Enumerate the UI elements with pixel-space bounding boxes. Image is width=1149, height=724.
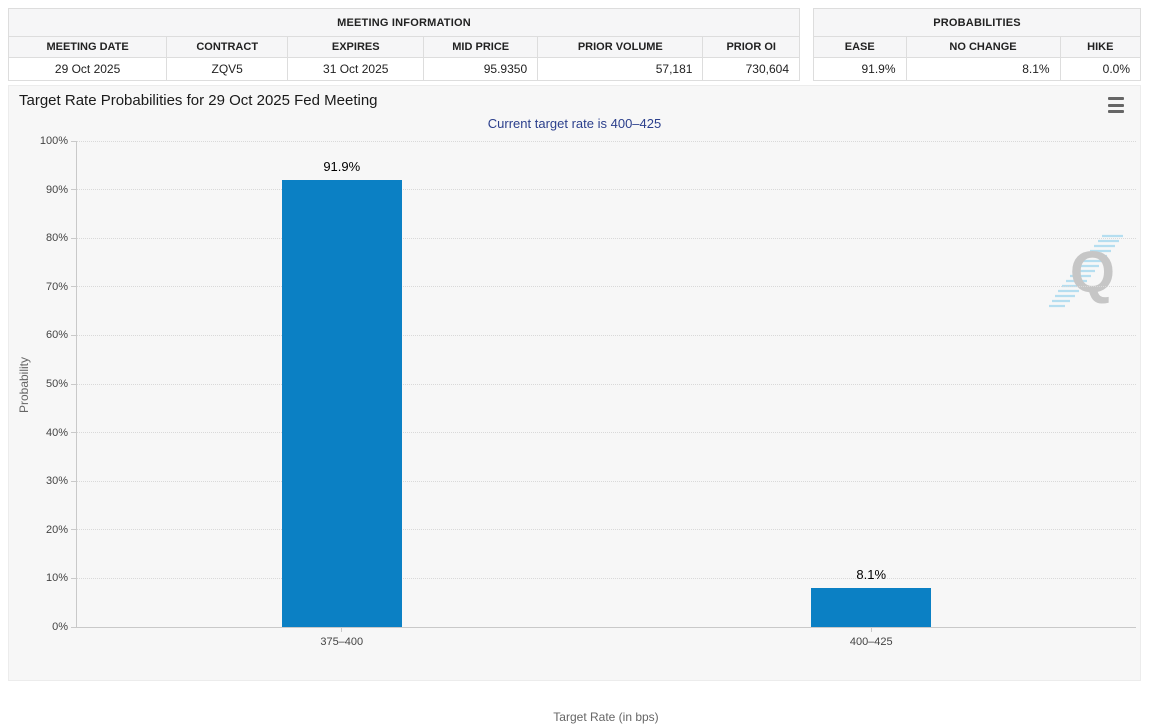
menu-bar [1108, 110, 1124, 113]
meeting-information-title: MEETING INFORMATION [9, 9, 800, 37]
col-hike: HIKE [1060, 37, 1140, 58]
chart-subtitle: Current target rate is 400–425 [9, 116, 1140, 131]
x-axis-tick [871, 627, 872, 632]
y-gridline [77, 481, 1136, 482]
col-expires: EXPIRES [288, 37, 424, 58]
y-gridline [77, 384, 1136, 385]
menu-bar [1108, 104, 1124, 107]
menu-bar [1108, 97, 1124, 100]
col-prior-oi: PRIOR OI [703, 37, 800, 58]
meeting-date-value: 29 Oct 2025 [9, 58, 167, 81]
no-change-value: 8.1% [906, 58, 1060, 81]
y-axis-label: 10% [46, 572, 68, 584]
contract-value: ZQV5 [167, 58, 288, 81]
y-axis-label: 60% [46, 329, 68, 341]
y-gridline [77, 432, 1136, 433]
y-axis-tick [71, 578, 76, 579]
bar-data-label: 8.1% [811, 567, 931, 582]
prior-volume-value: 57,181 [538, 58, 703, 81]
x-axis-category-label: 400–425 [801, 636, 941, 648]
ease-value: 91.9% [814, 58, 907, 81]
y-axis-title-wrap: Probability [15, 141, 33, 628]
y-axis-tick [71, 189, 76, 190]
y-axis-tick [71, 335, 76, 336]
y-axis-label: 20% [46, 524, 68, 536]
col-no-change: NO CHANGE [906, 37, 1060, 58]
y-gridline [77, 335, 1136, 336]
probability-bar[interactable] [811, 588, 931, 627]
y-axis-tick [71, 432, 76, 433]
y-axis-tick [71, 627, 76, 628]
y-axis-title: Probability [17, 356, 31, 412]
meeting-information-table: MEETING INFORMATION MEETING DATE CONTRAC… [8, 8, 800, 81]
table-row: 29 Oct 2025 ZQV5 31 Oct 2025 95.9350 57,… [9, 58, 800, 81]
col-mid-price: MID PRICE [424, 37, 538, 58]
plot-area: 0%10%20%30%40%50%60%70%80%90%100%91.9%37… [76, 141, 1136, 628]
y-gridline [77, 286, 1136, 287]
prior-oi-value: 730,604 [703, 58, 800, 81]
summary-tables-row: MEETING INFORMATION MEETING DATE CONTRAC… [0, 0, 1149, 81]
y-axis-label: 50% [46, 378, 68, 390]
col-meeting-date: MEETING DATE [9, 37, 167, 58]
y-axis-label: 70% [46, 281, 68, 293]
chart-title: Target Rate Probabilities for 29 Oct 202… [19, 92, 378, 109]
y-axis-tick [71, 286, 76, 287]
col-contract: CONTRACT [167, 37, 288, 58]
probabilities-title: PROBABILITIES [814, 9, 1141, 37]
y-gridline [77, 238, 1136, 239]
y-axis-label: 40% [46, 427, 68, 439]
y-axis-label: 0% [52, 621, 68, 633]
y-axis-label: 30% [46, 475, 68, 487]
hike-value: 0.0% [1060, 58, 1140, 81]
y-axis-tick [71, 238, 76, 239]
y-gridline [77, 189, 1136, 190]
mid-price-value: 95.9350 [424, 58, 538, 81]
y-axis-label: 80% [46, 232, 68, 244]
y-gridline [77, 141, 1136, 142]
y-axis-tick [71, 141, 76, 142]
col-ease: EASE [814, 37, 907, 58]
x-axis-tick [341, 627, 342, 632]
expires-value: 31 Oct 2025 [288, 58, 424, 81]
y-gridline [77, 578, 1136, 579]
y-axis-tick [71, 384, 76, 385]
y-gridline [77, 529, 1136, 530]
probabilities-table: PROBABILITIES EASE NO CHANGE HIKE 91.9% … [813, 8, 1141, 81]
y-axis-label: 90% [46, 184, 68, 196]
table-row: 91.9% 8.1% 0.0% [814, 58, 1141, 81]
y-axis-tick [71, 529, 76, 530]
fed-meeting-probability-chart: Target Rate Probabilities for 29 Oct 202… [8, 85, 1141, 681]
col-prior-volume: PRIOR VOLUME [538, 37, 703, 58]
y-axis-label: 100% [40, 135, 68, 147]
hamburger-menu-icon[interactable] [1105, 95, 1127, 115]
x-axis-category-label: 375–400 [272, 636, 412, 648]
probability-bar[interactable] [282, 180, 402, 627]
bar-data-label: 91.9% [282, 159, 402, 174]
x-axis-title: Target Rate (in bps) [76, 710, 1136, 724]
y-axis-tick [71, 481, 76, 482]
